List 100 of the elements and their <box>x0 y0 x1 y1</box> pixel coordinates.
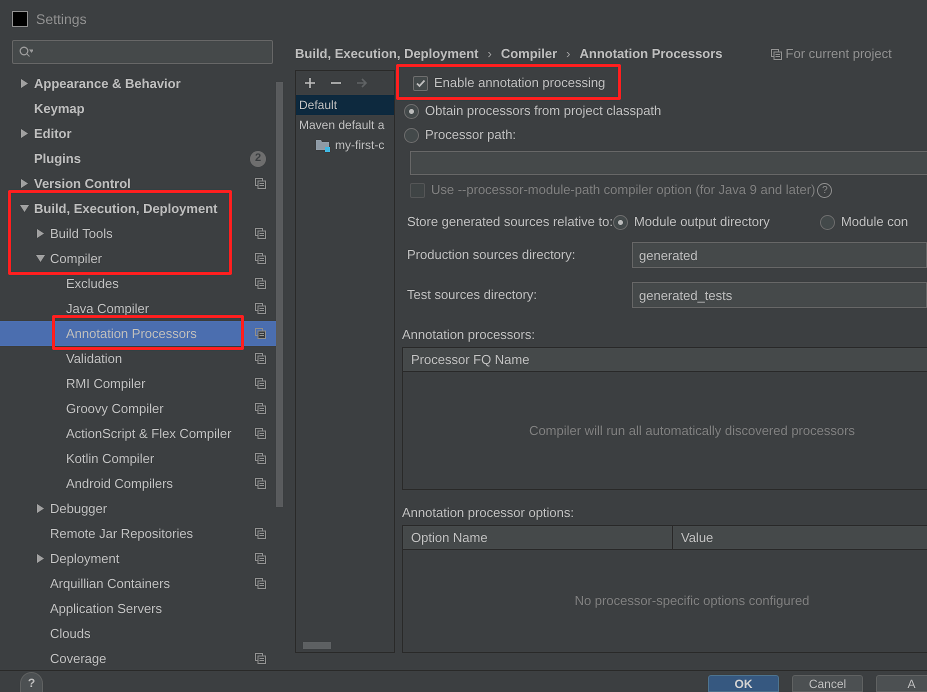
tree-item[interactable]: Coverage <box>0 646 276 670</box>
copy-icon <box>255 353 266 364</box>
tree-item[interactable]: Remote Jar Repositories <box>0 521 276 546</box>
field-label: Test sources directory: <box>407 286 538 304</box>
collapsed-arrow-icon[interactable] <box>36 504 45 513</box>
copy-icon <box>255 553 266 564</box>
tree-item[interactable]: Java Compiler <box>0 296 276 321</box>
tree-item[interactable]: Build Tools <box>0 221 276 246</box>
copy-icon <box>255 528 266 539</box>
copy-icon <box>255 253 266 264</box>
copy-icon <box>255 228 266 239</box>
tree-item[interactable]: Clouds <box>0 621 276 646</box>
checkbox-label: Use --processor-module-path compiler option (for Java 9 and later) <box>431 181 816 200</box>
tree-item[interactable]: Groovy Compiler <box>0 396 276 421</box>
radio-button[interactable] <box>404 128 419 142</box>
tree-item-label: Android Compilers <box>66 474 173 493</box>
tree-item-label: Appearance & Behavior <box>34 74 181 93</box>
profile-item[interactable]: Maven default a <box>296 115 394 135</box>
tree-item-label: Kotlin Compiler <box>66 450 154 468</box>
column-header[interactable]: Value <box>673 526 927 549</box>
scrollbar[interactable] <box>303 642 331 649</box>
dialog-button[interactable]: A <box>876 675 927 692</box>
tree-item-label: Compiler <box>50 250 102 268</box>
tree-item[interactable]: Deployment <box>0 546 276 571</box>
help-button[interactable]: ? <box>20 672 43 692</box>
radio-button[interactable] <box>404 104 419 118</box>
tree-item-label: Debugger <box>50 500 108 518</box>
expanded-arrow-icon[interactable] <box>36 254 45 263</box>
tree-item[interactable]: RMI Compiler <box>0 371 276 396</box>
breadcrumb-separator: › <box>566 45 570 64</box>
expanded-arrow-icon[interactable] <box>20 204 29 213</box>
tree-item[interactable]: Version Control <box>0 171 276 196</box>
tree-item[interactable]: Build, Execution, Deployment <box>0 196 276 221</box>
tree-item[interactable]: Android Compilers <box>0 471 276 496</box>
dialog-button[interactable]: OK <box>708 675 779 692</box>
radio-label: Obtain processors from project classpath <box>425 102 662 120</box>
tree-item[interactable]: Excludes <box>0 271 276 296</box>
tree-item[interactable]: Validation <box>0 346 276 371</box>
tree-item[interactable]: Kotlin Compiler <box>0 446 276 471</box>
tree-item[interactable]: Debugger <box>0 496 276 521</box>
tree-item[interactable]: Appearance & Behavior <box>0 71 276 96</box>
profile-item[interactable]: Default <box>296 95 394 115</box>
empty-table-message: No processor-specific options configured <box>574 592 810 610</box>
radio-label: Module con <box>840 213 908 232</box>
checkbox-label: Enable annotation processing <box>434 74 606 92</box>
tree-item-label: Editor <box>34 124 72 143</box>
breadcrumb-item: Annotation Processors <box>580 45 723 64</box>
copy-icon <box>255 578 266 589</box>
copy-icon <box>255 428 266 439</box>
dialog-button[interactable]: Cancel <box>792 675 863 692</box>
copy-icon <box>255 478 266 489</box>
directory-field[interactable]: generated <box>632 242 927 268</box>
empty-table-message: Compiler will run all automatically discovered processors <box>529 422 855 440</box>
scrollbar[interactable] <box>276 82 283 507</box>
tree-item-label: Plugins <box>34 150 81 168</box>
field-label: Store generated sources relative to: <box>407 213 613 232</box>
tree-item-label: Version Control <box>34 174 131 193</box>
collapsed-arrow-icon[interactable] <box>36 229 45 238</box>
radio-label: Processor path: <box>425 126 516 144</box>
radio-button[interactable] <box>612 214 628 230</box>
copy-icon <box>255 178 266 189</box>
tree-item-label: Build, Execution, Deployment <box>34 200 218 218</box>
collapsed-arrow-icon[interactable] <box>36 554 45 563</box>
copy-icon <box>255 453 266 464</box>
tree-item-label: Coverage <box>50 650 106 668</box>
module-item[interactable]: my-first-c <box>296 135 394 155</box>
tree-item[interactable]: Editor <box>0 121 276 146</box>
copy-icon <box>255 328 266 339</box>
tree-item[interactable]: Compiler <box>0 246 276 271</box>
tree-item-label: Validation <box>66 350 122 368</box>
tree-item-label: Deployment <box>50 550 120 568</box>
collapsed-arrow-icon[interactable] <box>20 79 29 88</box>
tree-item-label: ActionScript & Flex Compiler <box>66 424 232 443</box>
copy-icon <box>770 48 782 60</box>
copy-icon <box>255 653 266 664</box>
tree-item-label: Annotation Processors <box>66 324 197 343</box>
add-icon[interactable] <box>304 77 316 89</box>
tree-item[interactable]: Keymap <box>0 96 276 121</box>
search-icon <box>19 46 33 58</box>
field-label: Production sources directory: <box>407 246 576 264</box>
tree-item[interactable]: ActionScript & Flex Compiler <box>0 421 276 446</box>
search-field[interactable] <box>12 40 273 64</box>
breadcrumb-separator: › <box>487 45 492 64</box>
collapsed-arrow-icon[interactable] <box>20 129 29 138</box>
collapsed-arrow-icon[interactable] <box>20 179 29 188</box>
column-header[interactable]: Option Name <box>403 526 673 549</box>
app-logo-icon <box>12 11 28 27</box>
radio-button[interactable] <box>820 214 835 230</box>
breadcrumb-item: Build, Execution, Deployment <box>295 45 478 64</box>
tree-item[interactable]: Arquillian Containers <box>0 571 276 596</box>
copy-icon <box>255 303 266 314</box>
tree-item-label: Arquillian Containers <box>50 574 170 593</box>
column-header[interactable]: Processor FQ Name <box>403 348 927 371</box>
directory-field[interactable]: generated_tests <box>632 282 927 308</box>
scope-label: For current project <box>786 45 892 64</box>
checkbox[interactable] <box>413 76 428 90</box>
radio-label: Module output directory <box>634 213 770 232</box>
tree-item-label: Excludes <box>66 274 119 293</box>
processor-path-field[interactable] <box>410 151 927 175</box>
tree-item[interactable]: Application Servers <box>0 596 276 621</box>
